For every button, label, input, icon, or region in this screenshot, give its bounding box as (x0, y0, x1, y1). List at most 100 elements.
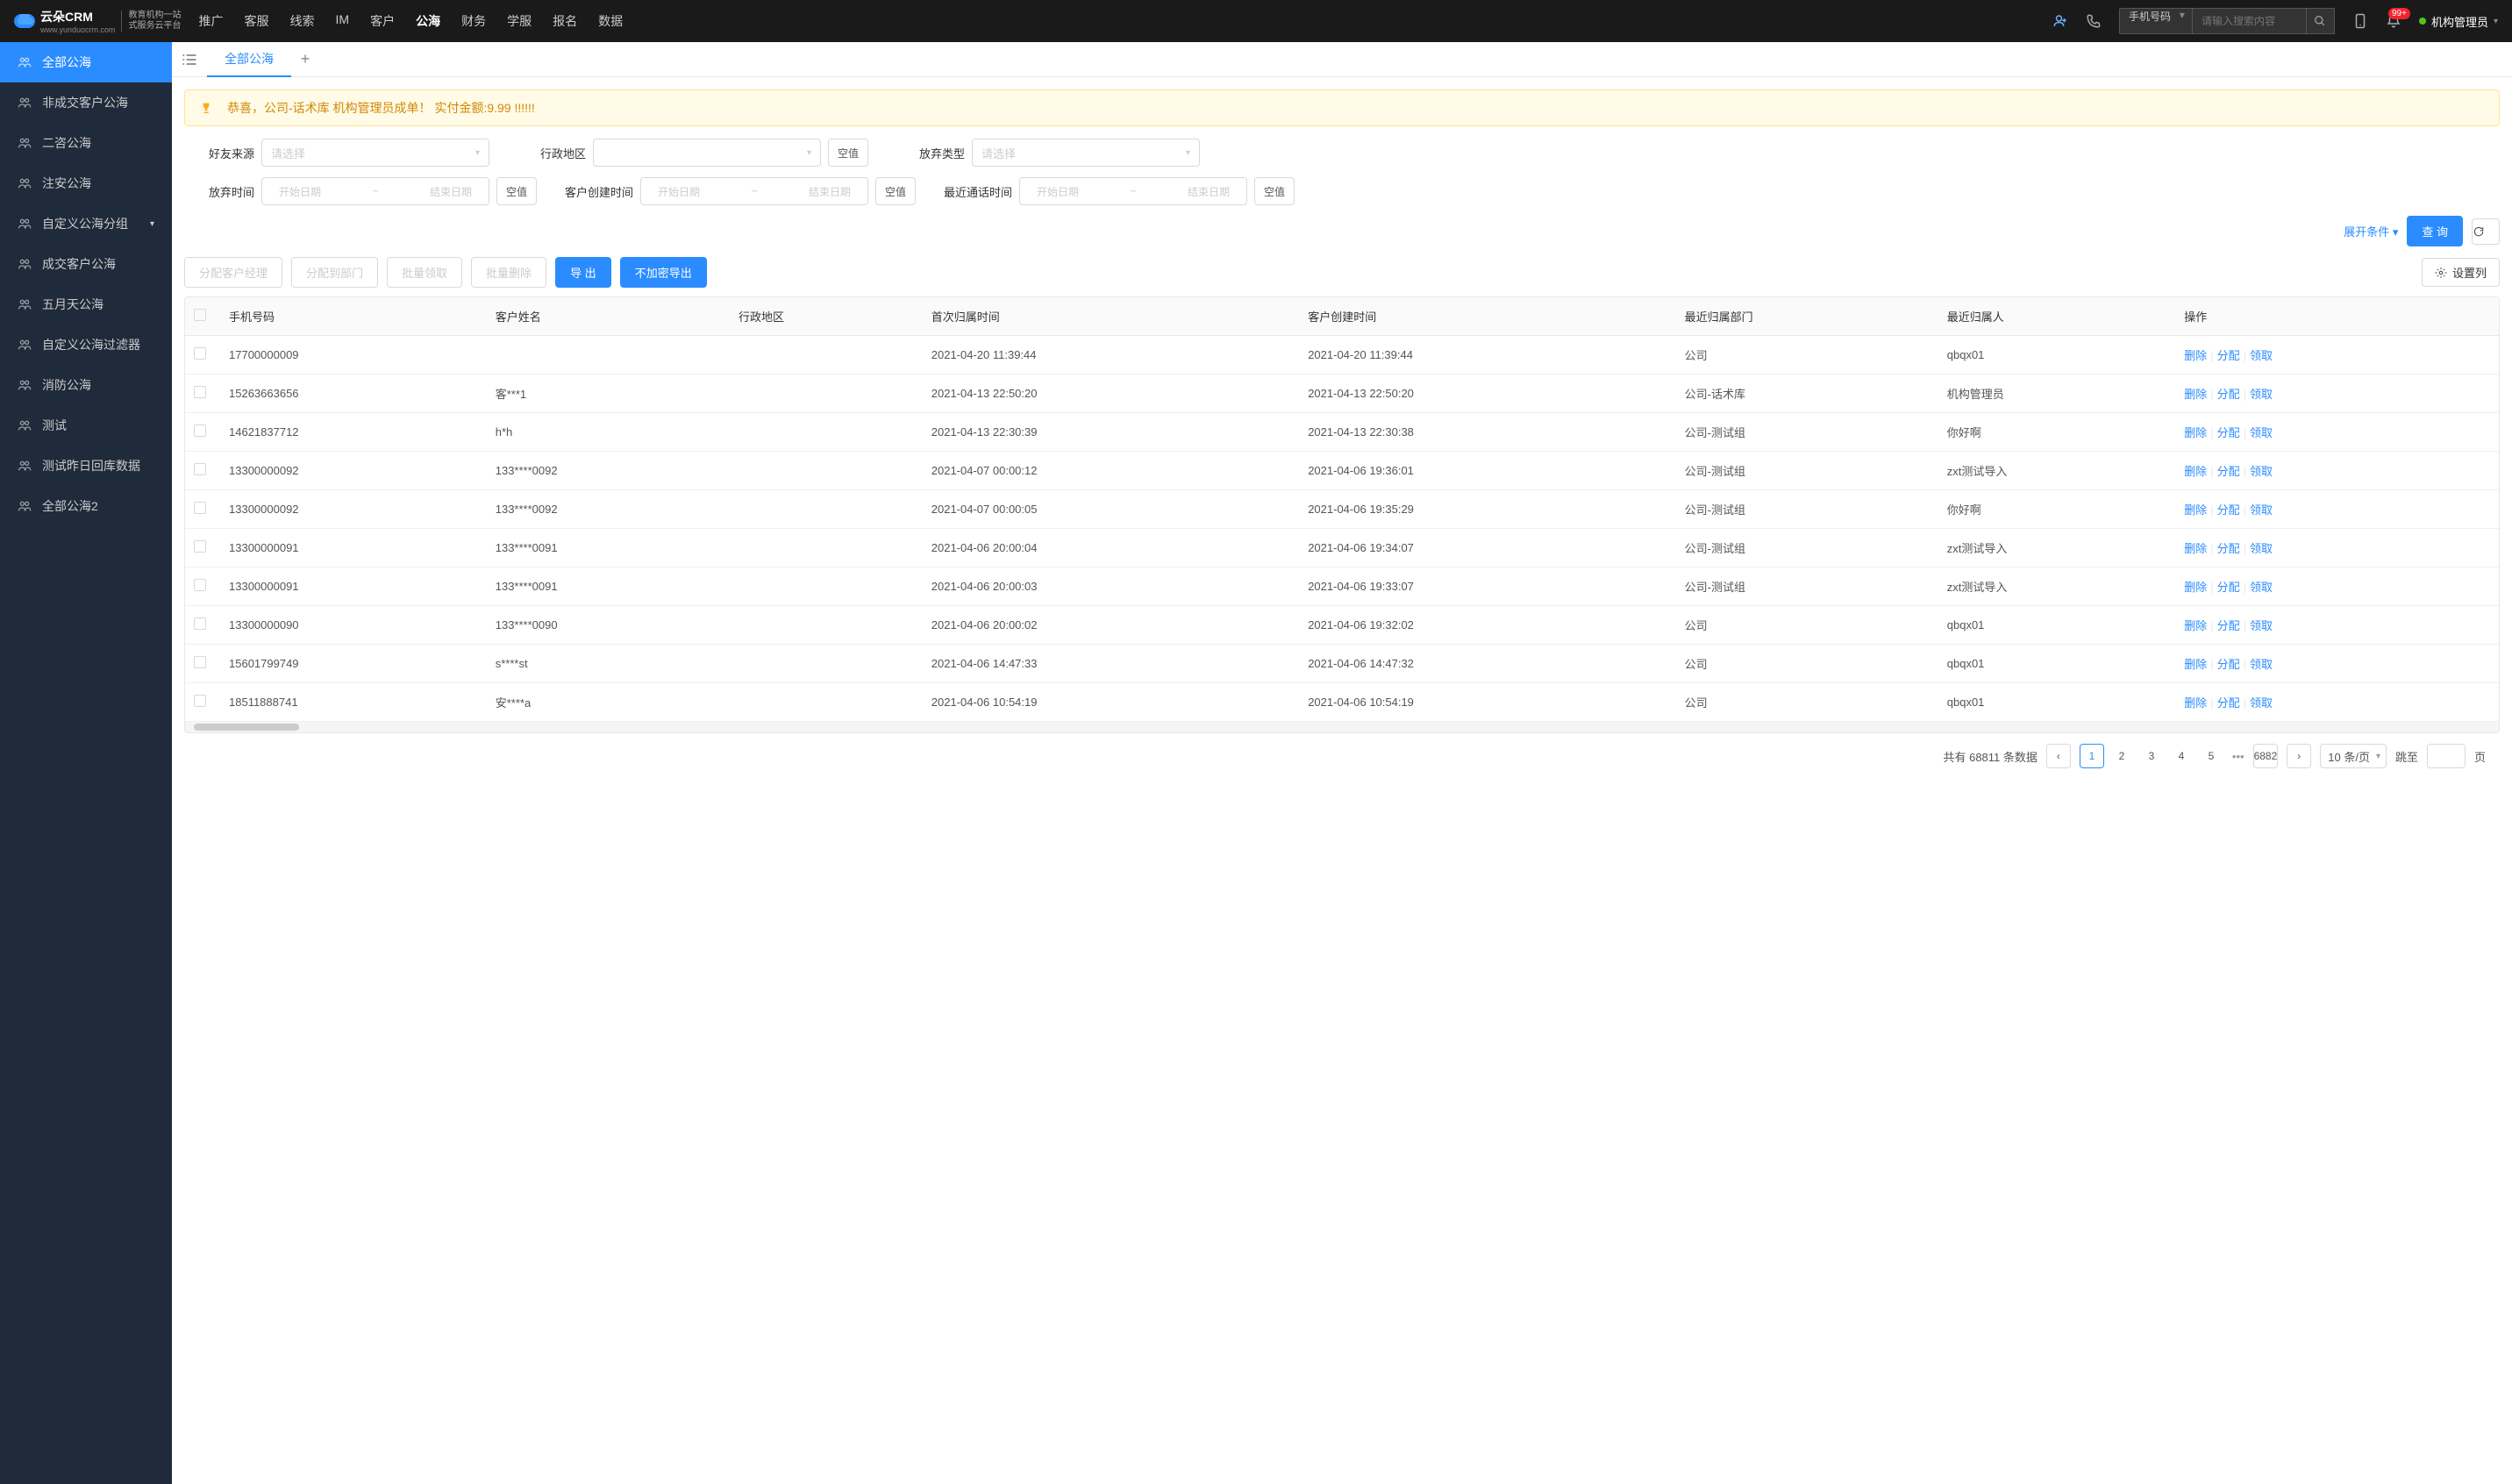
page-next-button[interactable]: › (2287, 744, 2311, 768)
delete-link[interactable]: 删除 (2184, 349, 2207, 362)
delete-link[interactable]: 删除 (2184, 619, 2207, 632)
page-jump-input[interactable] (2427, 744, 2466, 768)
claim-link[interactable]: 领取 (2250, 696, 2273, 710)
batch-claim-button[interactable]: 批量领取 (387, 257, 462, 288)
page-last-button[interactable]: 6882 (2253, 744, 2279, 768)
nav-item-4[interactable]: 客户 (370, 12, 395, 30)
column-settings-button[interactable]: 设置列 (2422, 258, 2500, 287)
row-checkbox[interactable] (194, 386, 206, 398)
page-number-button[interactable]: 3 (2139, 744, 2164, 768)
assign-link[interactable]: 分配 (2217, 619, 2240, 632)
claim-link[interactable]: 领取 (2250, 465, 2273, 478)
assign-manager-button[interactable]: 分配客户经理 (184, 257, 282, 288)
claim-link[interactable]: 领取 (2250, 542, 2273, 555)
batch-delete-button[interactable]: 批量删除 (471, 257, 546, 288)
assign-link[interactable]: 分配 (2217, 542, 2240, 555)
row-checkbox[interactable] (194, 579, 206, 591)
delete-link[interactable]: 删除 (2184, 696, 2207, 710)
claim-link[interactable]: 领取 (2250, 388, 2273, 401)
phone-icon[interactable] (2086, 13, 2102, 29)
export-plain-button[interactable]: 不加密导出 (620, 257, 707, 288)
query-button[interactable]: 查 询 (2407, 216, 2463, 246)
notifications[interactable]: 99+ (2386, 13, 2401, 29)
delete-link[interactable]: 删除 (2184, 426, 2207, 439)
nav-item-7[interactable]: 学服 (507, 12, 532, 30)
horizontal-scrollbar[interactable] (185, 722, 2499, 732)
sidebar-item-4[interactable]: 自定义公海分组▾ (0, 203, 172, 244)
claim-link[interactable]: 领取 (2250, 619, 2273, 632)
page-number-button[interactable]: 2 (2109, 744, 2134, 768)
claim-link[interactable]: 领取 (2250, 581, 2273, 594)
search-input[interactable] (2193, 8, 2307, 34)
user-add-icon[interactable] (2052, 13, 2068, 29)
delete-link[interactable]: 删除 (2184, 465, 2207, 478)
region-null-button[interactable]: 空值 (828, 139, 868, 167)
nav-item-9[interactable]: 数据 (598, 12, 623, 30)
delete-link[interactable]: 删除 (2184, 542, 2207, 555)
assign-link[interactable]: 分配 (2217, 696, 2240, 710)
sidebar-item-6[interactable]: 五月天公海 (0, 284, 172, 325)
delete-link[interactable]: 删除 (2184, 388, 2207, 401)
claim-link[interactable]: 领取 (2250, 658, 2273, 671)
call-time-range[interactable]: 开始日期~结束日期 (1019, 177, 1247, 205)
row-checkbox[interactable] (194, 540, 206, 553)
sidebar-item-7[interactable]: 自定义公海过滤器 (0, 325, 172, 365)
sidebar-item-0[interactable]: 全部公海 (0, 42, 172, 82)
sidebar-item-2[interactable]: 二咨公海 (0, 123, 172, 163)
nav-item-8[interactable]: 报名 (553, 12, 577, 30)
row-checkbox[interactable] (194, 617, 206, 630)
expand-filters-link[interactable]: 展开条件 ▾ (2344, 223, 2398, 239)
assign-link[interactable]: 分配 (2217, 581, 2240, 594)
delete-link[interactable]: 删除 (2184, 503, 2207, 517)
source-select[interactable]: 请选择▾ (261, 139, 489, 167)
sidebar-item-8[interactable]: 消防公海 (0, 365, 172, 405)
sidebar-item-10[interactable]: 测试昨日回库数据 (0, 446, 172, 486)
sidebar-item-1[interactable]: 非成交客户公海 (0, 82, 172, 123)
nav-item-0[interactable]: 推广 (199, 12, 224, 30)
assign-dept-button[interactable]: 分配到部门 (291, 257, 378, 288)
search-type-select[interactable]: 手机号码 (2119, 8, 2193, 34)
row-checkbox[interactable] (194, 656, 206, 668)
claim-link[interactable]: 领取 (2250, 426, 2273, 439)
user-menu[interactable]: 机构管理员 ▾ (2419, 13, 2498, 30)
row-checkbox[interactable] (194, 463, 206, 475)
page-number-button[interactable]: 4 (2169, 744, 2194, 768)
abandon-type-select[interactable]: 请选择▾ (972, 139, 1200, 167)
assign-link[interactable]: 分配 (2217, 388, 2240, 401)
nav-item-6[interactable]: 财务 (461, 12, 486, 30)
nav-item-2[interactable]: 线索 (290, 12, 315, 30)
call-time-null-button[interactable]: 空值 (1254, 177, 1295, 205)
claim-link[interactable]: 领取 (2250, 349, 2273, 362)
abandon-time-range[interactable]: 开始日期~结束日期 (261, 177, 489, 205)
abandon-time-null-button[interactable]: 空值 (496, 177, 537, 205)
claim-link[interactable]: 领取 (2250, 503, 2273, 517)
export-button[interactable]: 导 出 (555, 257, 611, 288)
tab-add-button[interactable]: + (291, 50, 319, 68)
sidebar-item-11[interactable]: 全部公海2 (0, 486, 172, 526)
page-number-button[interactable]: 5 (2199, 744, 2223, 768)
select-all-checkbox[interactable] (194, 309, 206, 321)
mobile-icon[interactable] (2352, 13, 2368, 29)
delete-link[interactable]: 删除 (2184, 658, 2207, 671)
row-checkbox[interactable] (194, 347, 206, 360)
create-time-null-button[interactable]: 空值 (875, 177, 916, 205)
row-checkbox[interactable] (194, 502, 206, 514)
page-prev-button[interactable]: ‹ (2046, 744, 2071, 768)
region-select[interactable]: ▾ (593, 139, 821, 167)
nav-item-1[interactable]: 客服 (245, 12, 269, 30)
list-icon[interactable] (181, 51, 198, 68)
delete-link[interactable]: 删除 (2184, 581, 2207, 594)
page-size-select[interactable]: 10 条/页 (2320, 744, 2387, 768)
row-checkbox[interactable] (194, 695, 206, 707)
sidebar-item-9[interactable]: 测试 (0, 405, 172, 446)
sidebar-item-3[interactable]: 注安公海 (0, 163, 172, 203)
assign-link[interactable]: 分配 (2217, 465, 2240, 478)
nav-item-3[interactable]: IM (336, 12, 350, 30)
row-checkbox[interactable] (194, 425, 206, 437)
assign-link[interactable]: 分配 (2217, 658, 2240, 671)
nav-item-5[interactable]: 公海 (416, 12, 440, 30)
page-number-button[interactable]: 1 (2080, 744, 2104, 768)
tab-all-public[interactable]: 全部公海 (207, 42, 291, 77)
create-time-range[interactable]: 开始日期~结束日期 (640, 177, 868, 205)
assign-link[interactable]: 分配 (2217, 426, 2240, 439)
